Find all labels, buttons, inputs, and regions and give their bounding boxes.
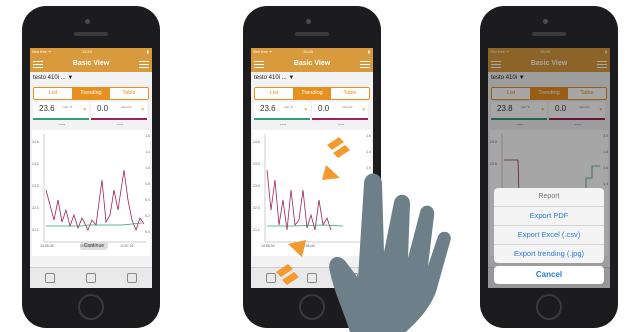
phone-3: Sim free ᯤ 15:49 ▮ Basic View testo 410i… <box>480 6 618 328</box>
home-button[interactable] <box>536 294 562 320</box>
export-csv-button[interactable]: Export Excel (.csv) <box>494 226 604 245</box>
export-pdf-button[interactable]: Export PDF <box>494 207 604 226</box>
action-sheet-options: Report Export PDF Export Excel (.csv) Ex… <box>494 188 604 263</box>
pinch-arrow-bottom-icon <box>276 240 306 285</box>
hand-gesture-illustration <box>329 173 451 332</box>
screen: Sim free ᯤ 15:49 ▮ Basic View testo 410i… <box>488 48 610 288</box>
export-jpg-button[interactable]: Export trending (.jpg) <box>494 245 604 263</box>
export-action-sheet: Report Export PDF Export Excel (.csv) Ex… <box>494 188 604 284</box>
cancel-button[interactable]: Cancel <box>494 266 604 284</box>
speaker-grille <box>532 32 566 36</box>
action-sheet-title: Report <box>494 188 604 207</box>
camera-dot <box>543 19 548 24</box>
